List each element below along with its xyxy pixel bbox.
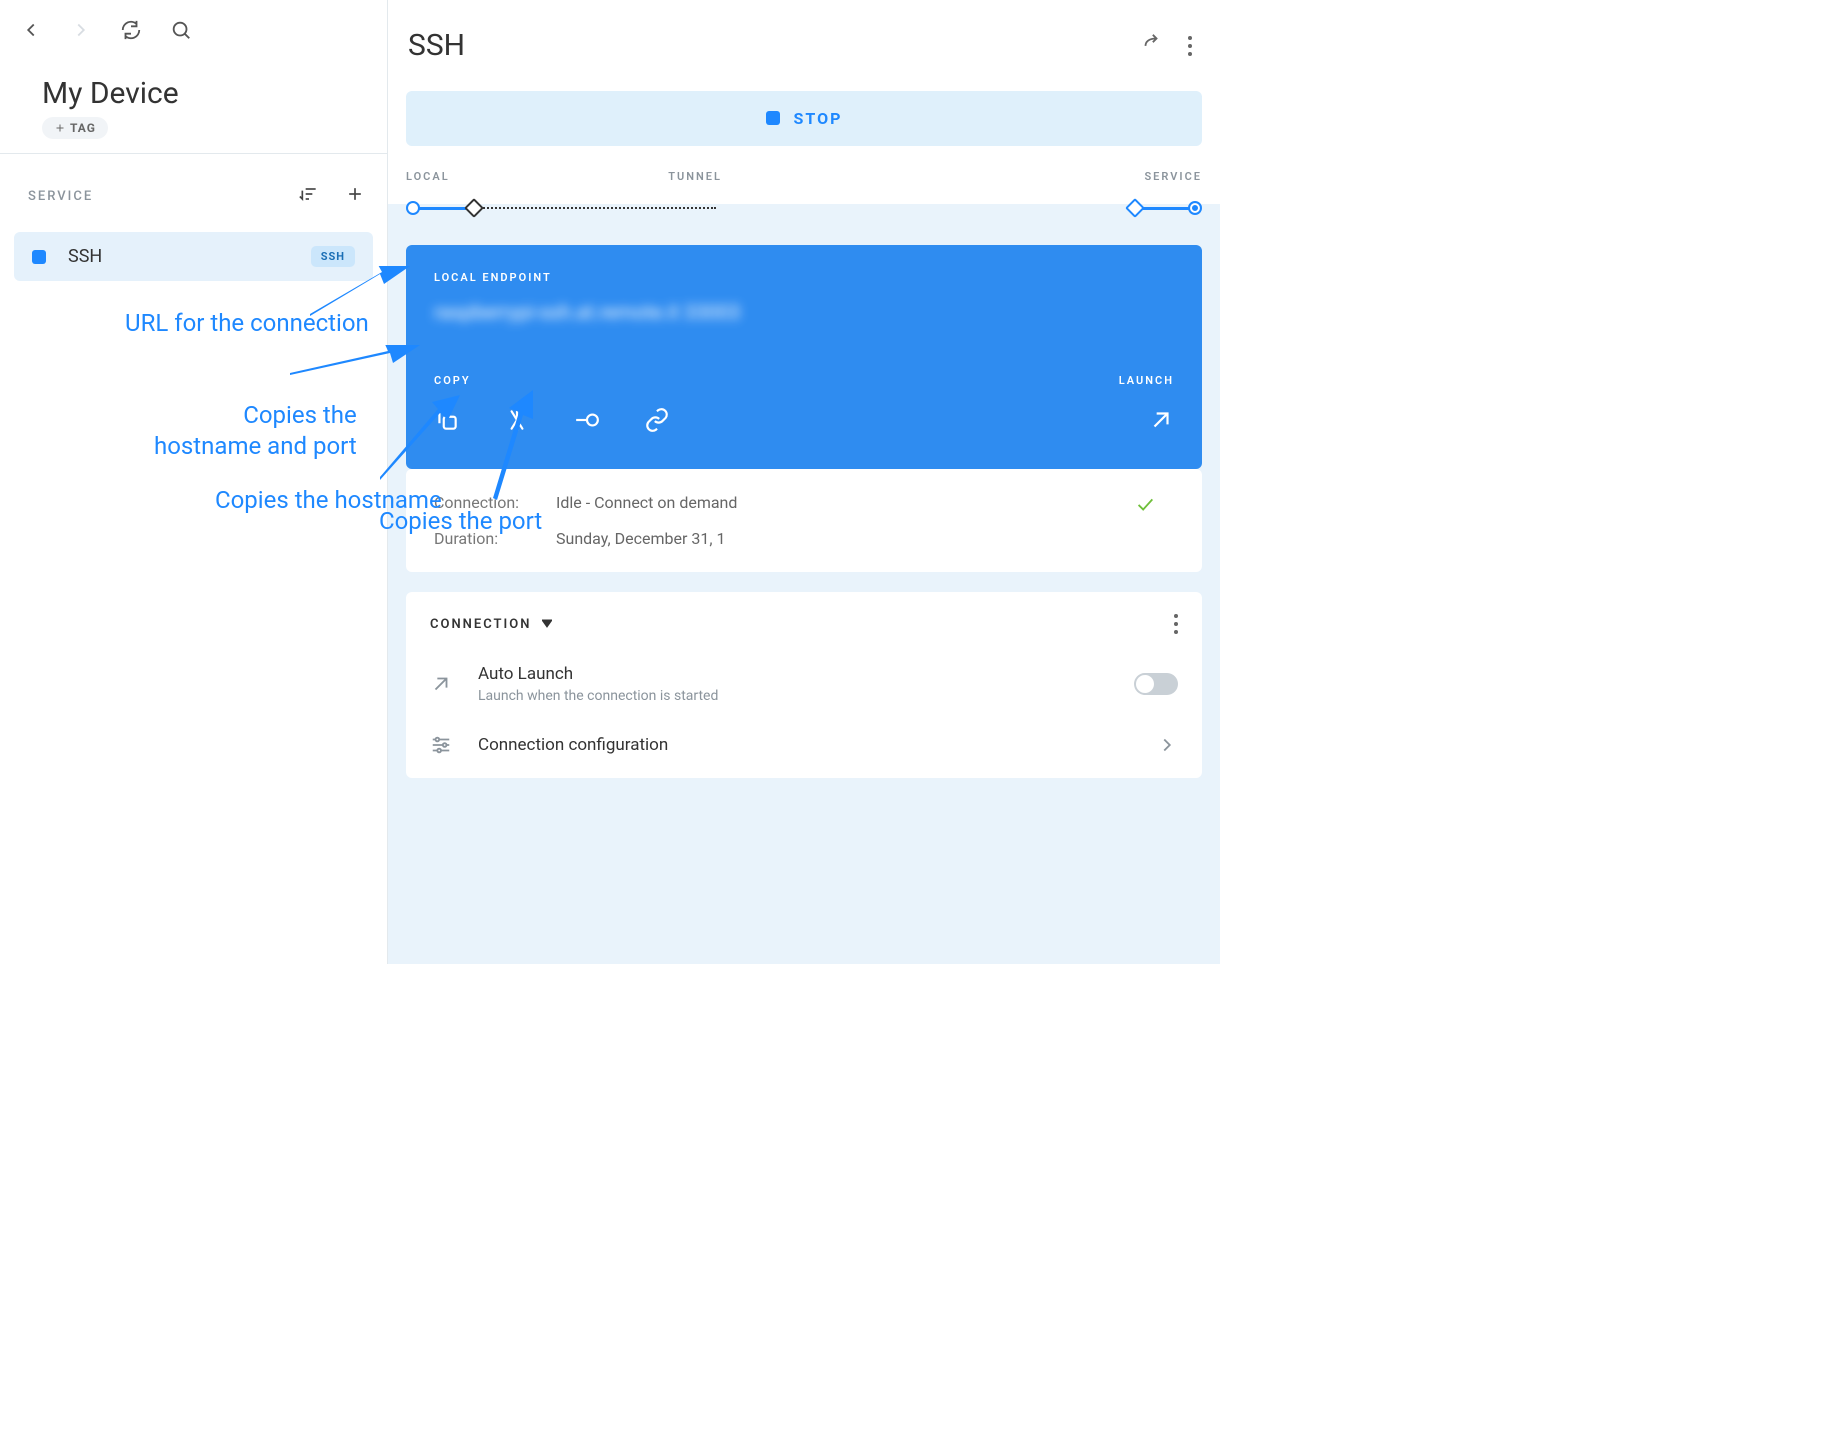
chevron-right-icon <box>1156 734 1178 756</box>
stop-button[interactable]: STOP <box>406 91 1202 146</box>
arrow-icon <box>475 390 545 500</box>
duration-value: Sunday, December 31, 1 <box>556 529 1122 548</box>
check-icon <box>1134 493 1156 515</box>
back-icon[interactable] <box>20 19 42 45</box>
copy-port-icon[interactable] <box>574 407 600 437</box>
device-title: My Device <box>42 76 387 111</box>
connection-value: Idle - Connect on demand <box>556 493 1122 515</box>
auto-launch-row[interactable]: Auto Launch Launch when the connection i… <box>430 664 1178 704</box>
launch-arrow-icon <box>430 673 452 695</box>
connection-heading[interactable]: CONNECTION <box>430 617 552 632</box>
connection-path-diagram: LOCAL TUNNEL SERVICE <box>406 170 1202 217</box>
settings-icon <box>430 734 452 756</box>
service-heading: SERVICE <box>28 189 93 204</box>
chevron-down-icon <box>542 618 552 628</box>
add-tag-button[interactable]: TAG <box>42 117 108 139</box>
more-menu-icon[interactable] <box>1188 36 1192 56</box>
arrow-icon <box>290 345 420 385</box>
sort-icon[interactable] <box>299 184 319 208</box>
page-title: SSH <box>408 28 465 63</box>
toolbar <box>0 12 387 52</box>
arrow-icon <box>380 395 470 485</box>
copy-link-icon[interactable] <box>644 407 670 437</box>
connection-config-row[interactable]: Connection configuration <box>430 734 1178 756</box>
annotation-copy-port: Copies the port <box>379 506 542 537</box>
status-indicator-icon <box>32 250 46 264</box>
connection-more-icon[interactable] <box>1174 614 1178 634</box>
launch-icon[interactable] <box>1148 418 1174 437</box>
endpoint-value[interactable]: raspberrypi-ssh.at.remote.it 33003 <box>434 300 1174 324</box>
share-icon[interactable] <box>1140 33 1162 59</box>
add-service-icon[interactable] <box>345 184 365 208</box>
arrow-icon <box>310 266 410 321</box>
endpoint-label: LOCAL ENDPOINT <box>434 271 1174 284</box>
auto-launch-toggle[interactable] <box>1134 673 1178 695</box>
search-icon[interactable] <box>170 19 192 45</box>
forward-icon <box>70 19 92 45</box>
refresh-icon[interactable] <box>120 19 142 45</box>
service-name: SSH <box>68 246 289 267</box>
annotation-copy-both: Copies the hostname and port <box>154 400 357 462</box>
service-type-badge: SSH <box>311 246 355 267</box>
